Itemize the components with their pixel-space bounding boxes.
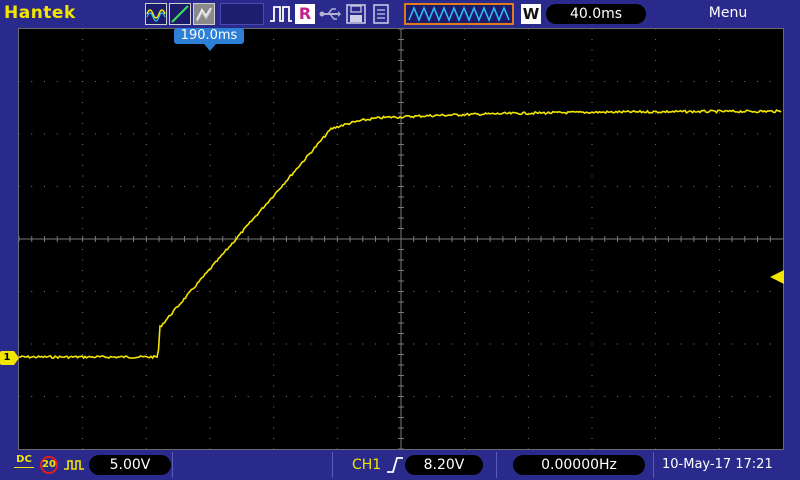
footer-divider: [172, 452, 173, 478]
dc-coupling-icon: [14, 467, 34, 468]
probe-icon[interactable]: [63, 457, 85, 473]
coupling-indicator[interactable]: DC: [14, 455, 34, 473]
timebase-display[interactable]: 40.0ms: [546, 4, 646, 24]
channel-1-volts-div[interactable]: 5.00V: [89, 455, 171, 475]
top-status-bar: Hantek R W 40.0ms Menu: [0, 0, 800, 28]
brand-logo: Hantek: [4, 3, 76, 23]
bandwidth-limit-badge[interactable]: 20: [40, 456, 58, 474]
footer-divider: [653, 452, 654, 478]
ramp-mode-icon[interactable]: [169, 3, 191, 25]
rising-edge-icon[interactable]: [385, 455, 405, 475]
coupling-label: DC: [16, 454, 32, 465]
envelope-mode-icon[interactable]: [193, 3, 215, 25]
floppy-disk-icon[interactable]: [346, 4, 366, 24]
sine-mode-icon[interactable]: [145, 3, 167, 25]
pulse-icon[interactable]: [269, 3, 293, 25]
usb-icon: [319, 8, 341, 20]
graticule-and-trace: [18, 28, 783, 450]
trigger-position-pointer: [204, 44, 216, 51]
acquisition-status-panel: [220, 3, 264, 25]
run-status-badge[interactable]: R: [295, 4, 315, 24]
frequency-counter: 0.00000Hz: [513, 455, 645, 475]
footer-divider: [496, 452, 497, 478]
waveform-memory-icon[interactable]: [404, 3, 514, 25]
channel-1-offset-pointer: [14, 351, 19, 365]
graticule-grid: [18, 28, 783, 450]
trigger-level-marker[interactable]: [770, 270, 784, 284]
menu-button[interactable]: Menu: [700, 5, 756, 21]
acquisition-mode-group: [145, 3, 215, 25]
channel-1-trace: [18, 109, 782, 360]
trigger-position-marker[interactable]: 190.0ms: [174, 28, 244, 44]
trigger-level-display[interactable]: 8.20V: [405, 455, 483, 475]
window-mode-badge[interactable]: W: [521, 4, 541, 24]
waveform-display[interactable]: [18, 28, 784, 450]
trigger-source[interactable]: CH1: [352, 457, 381, 473]
channel-1-offset-marker[interactable]: 1: [0, 351, 14, 365]
footer-divider: [332, 452, 333, 478]
date-time-display: 10-May-17 17:21: [662, 457, 773, 472]
document-icon[interactable]: [371, 4, 391, 24]
